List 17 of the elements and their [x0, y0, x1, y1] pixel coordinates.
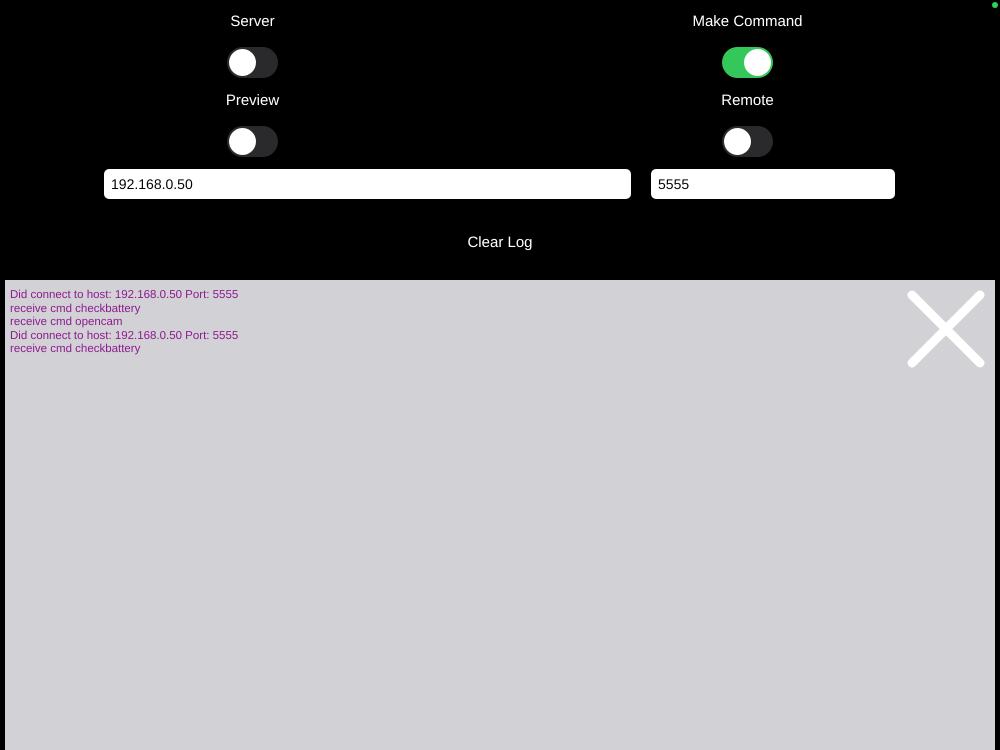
log-line: Did connect to host: 192.168.0.50 Port: 5555: [10, 330, 238, 343]
toggle-switch[interactable]: [722, 47, 773, 78]
log-line: receive cmd checkbattery: [10, 343, 142, 356]
status-dot-icon: [992, 2, 998, 8]
switch-label: Remote: [721, 91, 774, 111]
toggle-switch[interactable]: [227, 126, 278, 157]
toggle-switch[interactable]: [722, 126, 773, 157]
clear-log-button[interactable]: Clear Log: [467, 233, 533, 253]
port-field[interactable]: 5555: [651, 169, 895, 199]
switch-label: Make Command: [692, 12, 803, 32]
toggle-switch[interactable]: [227, 47, 278, 78]
log-line: Did connect to host: 192.168.0.50 Port: 5555: [10, 289, 238, 302]
switch-label: Preview: [226, 91, 280, 111]
log-line: receive cmd checkbattery: [10, 302, 142, 316]
host-field[interactable]: 192.168.0.50: [104, 169, 631, 199]
log-line: receive cmd opencam: [10, 316, 124, 330]
switch-label: Server: [230, 12, 275, 32]
